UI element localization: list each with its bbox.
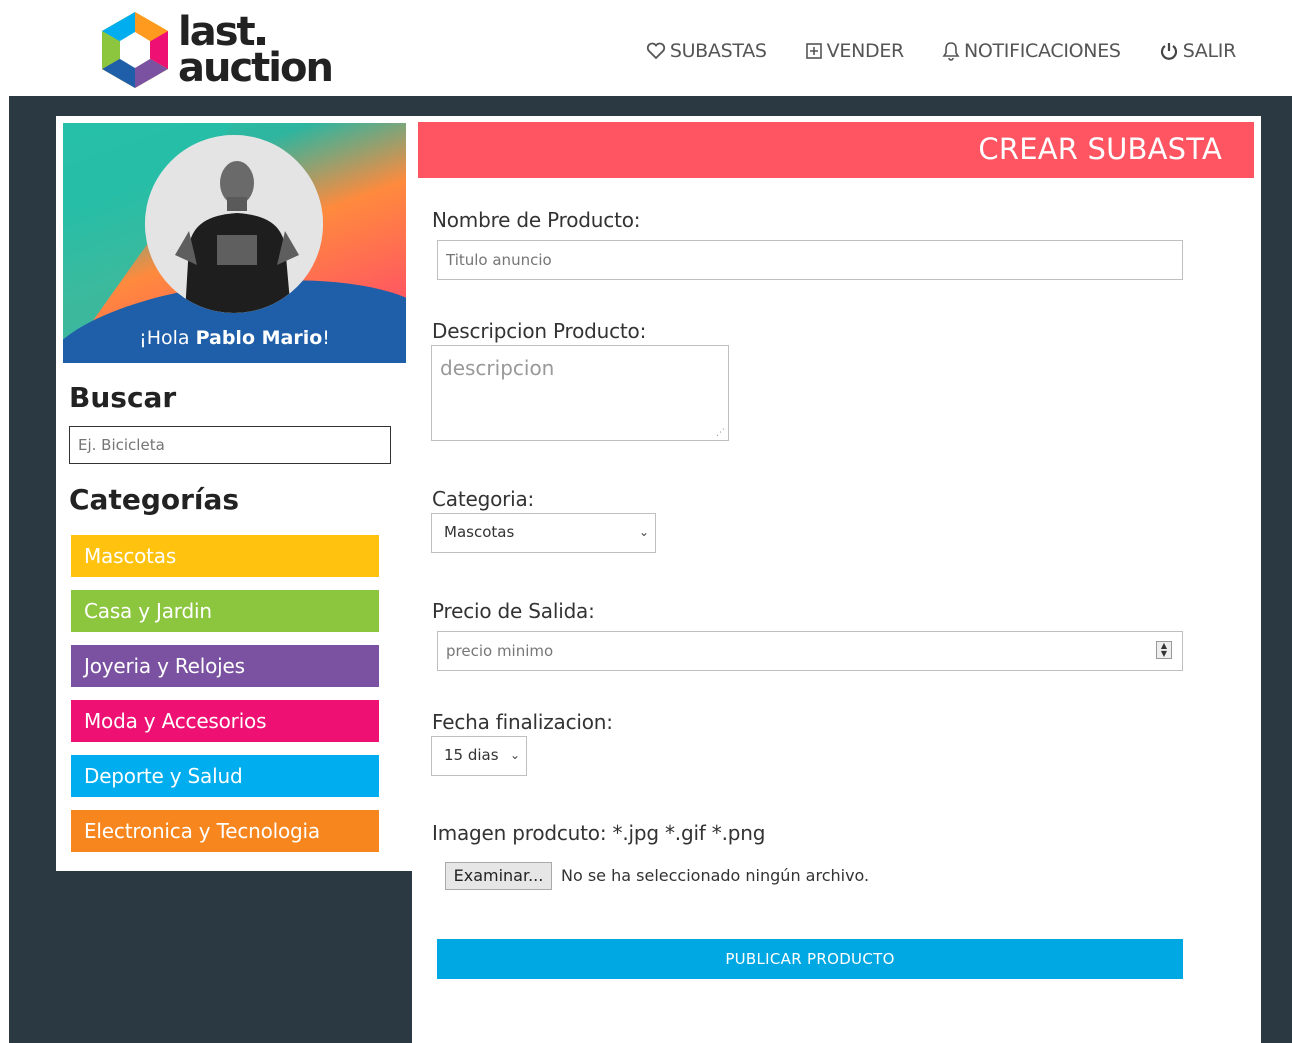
resize-grip-icon[interactable]: ⋰ [716, 428, 725, 438]
plus-square-icon [805, 43, 822, 59]
description-label: Descripcion Producto: [432, 319, 647, 343]
image-label: Imagen prodcuto: *.jpg *.gif *.png [432, 821, 766, 845]
chevron-down-icon: ⌄ [638, 525, 649, 539]
description-textarea[interactable]: descripcion ⋰ [431, 345, 729, 441]
nav-vender[interactable]: VENDER [805, 40, 904, 62]
heart-icon [646, 42, 665, 60]
browse-file-button[interactable]: Examinar... [445, 862, 552, 890]
category-select-value: Mascotas [444, 523, 515, 541]
file-status: No se ha seleccionado ningún archivo. [561, 866, 870, 885]
logo-dot [256, 37, 265, 45]
sidebar: ¡Hola Pablo Mario! Buscar Categorías Mas… [56, 116, 412, 871]
publish-button[interactable]: PUBLICAR PRODUCTO [437, 939, 1183, 979]
price-label: Precio de Salida: [432, 599, 595, 623]
end-date-value: 15 dias [444, 746, 499, 764]
nav-label: VENDER [826, 40, 905, 62]
logo-hexagon-icon [102, 12, 168, 88]
greeting-text: ¡Hola [139, 327, 196, 349]
product-name-label: Nombre de Producto: [432, 208, 641, 232]
nav-salir[interactable]: SALIR [1159, 40, 1236, 62]
chevron-down-icon: ⌄ [509, 748, 520, 762]
categories-title: Categorías [69, 483, 240, 516]
price-input[interactable]: precio minimo ▲ ▼ [437, 631, 1183, 671]
category-electronica-tecnologia[interactable]: Electronica y Tecnologia [71, 810, 379, 852]
logo[interactable]: last auction [100, 10, 350, 90]
category-select[interactable]: Mascotas ⌄ [431, 513, 656, 553]
create-auction-panel: CREAR SUBASTA Nombre de Producto: Descri… [412, 116, 1261, 1043]
category-mascotas[interactable]: Mascotas [71, 535, 379, 577]
end-date-label: Fecha finalizacion: [432, 710, 613, 734]
avatar[interactable] [145, 135, 323, 313]
logo-line-2: auction [178, 45, 334, 91]
category-deporte-salud[interactable]: Deporte y Salud [71, 755, 379, 797]
nav-label: SALIR [1182, 40, 1237, 62]
nav-notificaciones[interactable]: NOTIFICACIONES [942, 40, 1121, 62]
category-joyeria-relojes[interactable]: Joyeria y Relojes [71, 645, 379, 687]
category-label: Categoria: [432, 487, 535, 511]
user-photo [145, 135, 323, 313]
profile-card: ¡Hola Pablo Mario! [63, 123, 406, 363]
search-title: Buscar [69, 381, 177, 414]
category-moda-accesorios[interactable]: Moda y Accesorios [71, 700, 379, 742]
bell-icon [942, 42, 960, 61]
end-date-select[interactable]: 15 dias ⌄ [431, 736, 527, 776]
header: last auction SUBASTAS VENDER NOTIFICACIO… [0, 0, 1292, 96]
nav-subastas[interactable]: SUBASTAS [646, 40, 767, 62]
logo-text: last auction [178, 12, 334, 91]
category-casa-jardin[interactable]: Casa y Jardin [71, 590, 379, 632]
product-name-input[interactable] [437, 240, 1183, 280]
power-icon [1160, 43, 1177, 60]
top-nav: SUBASTAS VENDER NOTIFICACIONES SALIR [608, 40, 1236, 62]
price-placeholder: precio minimo [446, 642, 554, 660]
description-placeholder: descripcion [440, 356, 555, 380]
number-spinner[interactable]: ▲ ▼ [1156, 641, 1172, 659]
title-bar: CREAR SUBASTA [418, 122, 1254, 178]
nav-label: SUBASTAS [669, 40, 767, 62]
nav-label: NOTIFICACIONES [963, 40, 1121, 62]
greeting-suffix: ! [322, 327, 330, 349]
page-title: CREAR SUBASTA [978, 132, 1222, 166]
user-name: Pablo Mario [195, 327, 323, 349]
search-input[interactable] [69, 426, 391, 464]
greeting: ¡Hola Pablo Mario! [63, 327, 406, 349]
